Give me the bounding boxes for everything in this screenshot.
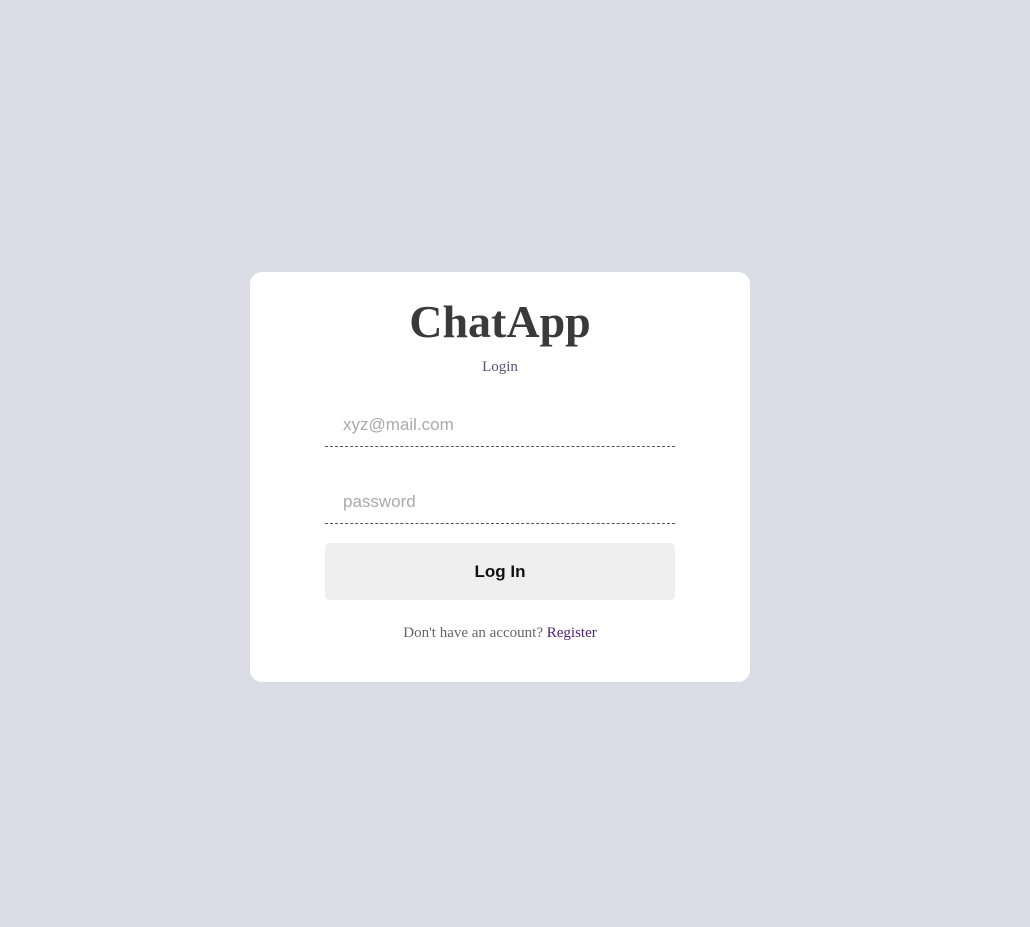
register-prompt: Don't have an account? Register — [250, 624, 750, 642]
password-field[interactable] — [325, 480, 675, 524]
login-card: ChatApp Login Log In Don't have an accou… — [250, 272, 750, 682]
register-prompt-text: Don't have an account? — [403, 625, 543, 641]
login-button[interactable]: Log In — [325, 543, 675, 600]
page-subtitle: Login — [482, 359, 518, 375]
email-field[interactable] — [325, 403, 675, 447]
register-link[interactable]: Register — [547, 625, 597, 641]
app-title: ChatApp — [409, 296, 591, 347]
